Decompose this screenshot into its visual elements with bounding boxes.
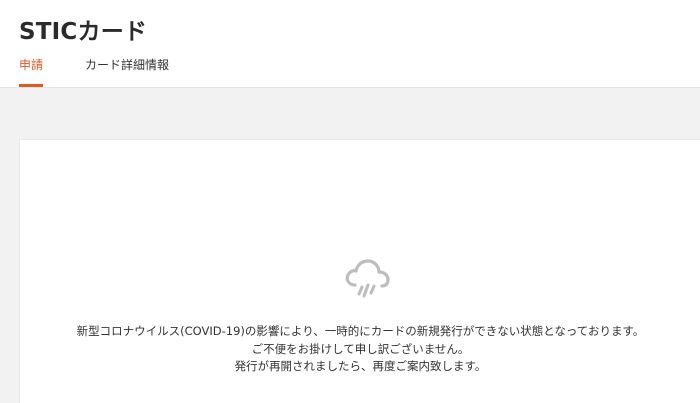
notice-line-2: ご不便をお掛けして申し訳ございません。 (251, 342, 470, 356)
tab-apply-label: 申請 (19, 58, 44, 72)
page-title: STICカード (19, 19, 148, 45)
notice-card: 新型コロナウイルス(COVID-19)の影響により、一時的にカードの新規発行がで… (19, 139, 700, 403)
notice-line-3: 発行が再開されましたら、再度ご案内致します。 (234, 359, 487, 373)
active-tab-indicator (19, 84, 43, 87)
tab-card-details[interactable]: カード詳細情報 (85, 54, 169, 87)
tab-card-details-label: カード詳細情報 (85, 58, 170, 72)
tab-bar: 申請 カード詳細情報 (0, 54, 700, 88)
tab-apply[interactable]: 申請 (19, 54, 43, 87)
page-header: STICカード 申請 カード詳細情報 (0, 0, 700, 88)
notice-line-1: 新型コロナウイルス(COVID-19)の影響により、一時的にカードの新規発行がで… (76, 324, 645, 338)
cloud-rain-icon (345, 259, 390, 298)
